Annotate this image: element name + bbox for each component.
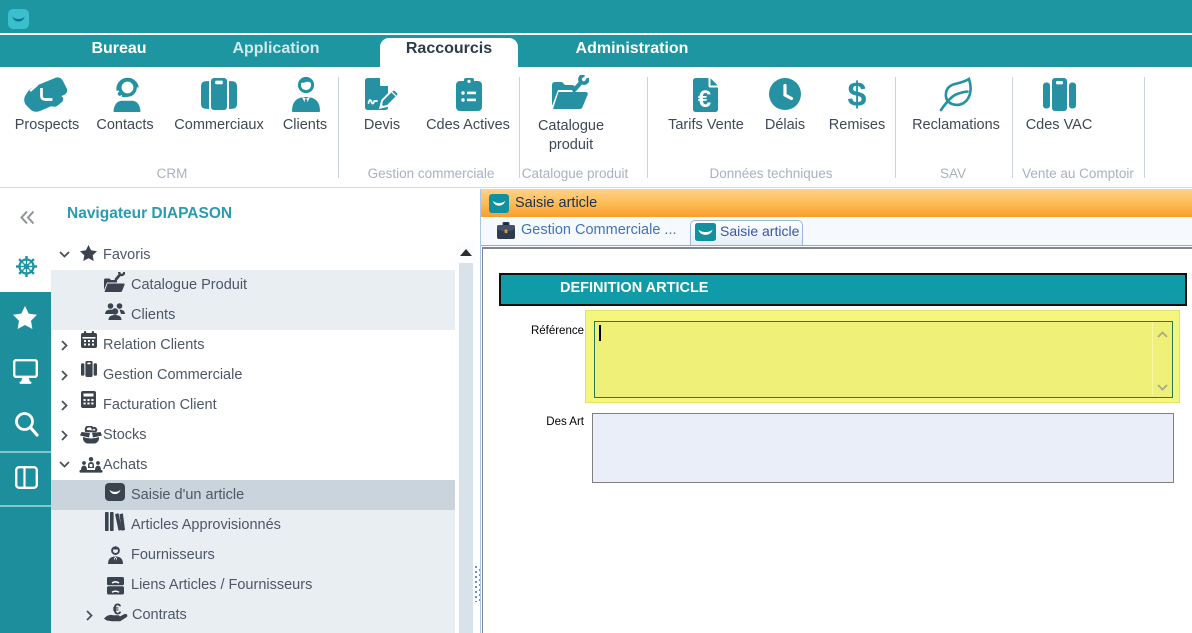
svg-text:€: € [698,86,711,112]
svg-text:$: $ [848,76,867,113]
